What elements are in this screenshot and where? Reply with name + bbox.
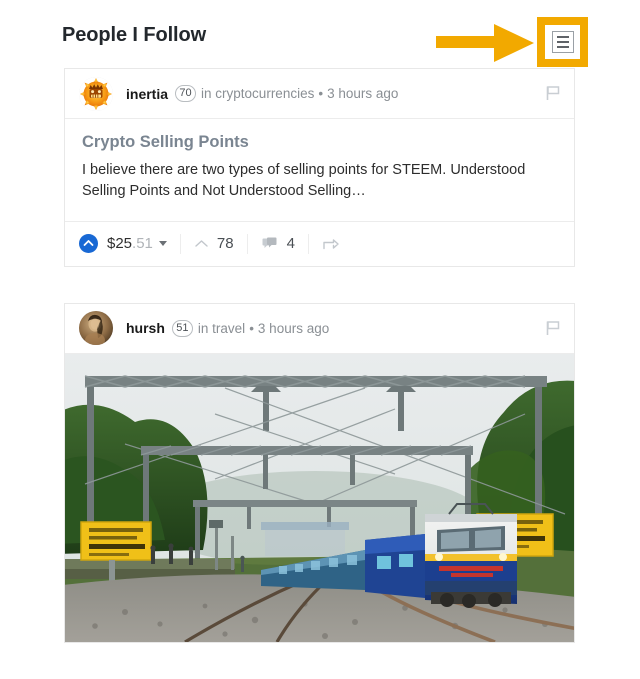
upvote-button[interactable] — [79, 234, 98, 254]
page-root: People I Follow inertia 70 in cryptocurr… — [0, 0, 640, 679]
share-icon — [323, 237, 339, 250]
post-in-label: in — [197, 320, 209, 336]
payout-whole: $25 — [107, 235, 133, 253]
comment-icon — [262, 237, 278, 251]
reputation-badge: 51 — [171, 319, 193, 337]
comments-group[interactable]: 4 — [246, 233, 308, 254]
chevron-up-icon — [195, 239, 208, 248]
post-in-label: in — [201, 86, 212, 101]
post-author[interactable]: hursh — [126, 320, 165, 336]
avatar[interactable] — [79, 76, 113, 111]
chevron-down-icon[interactable] — [158, 241, 167, 247]
post-title[interactable]: Crypto Selling Points — [82, 133, 557, 153]
flag-icon[interactable] — [546, 320, 560, 336]
payout-group: $25.51 — [79, 222, 180, 266]
flag-icon[interactable] — [546, 85, 560, 101]
payout-cents: .51 — [132, 235, 153, 253]
post-author[interactable]: inertia — [126, 86, 168, 102]
votes-group[interactable]: 78 — [179, 233, 247, 254]
votes-count: 78 — [216, 235, 234, 253]
list-view-icon — [551, 31, 574, 53]
post-footer: $25.51 78 4 — [65, 220, 574, 266]
post-header: hursh 51 in travel • 3 hours ago — [65, 304, 574, 354]
post-header: inertia 70 in cryptocurrencies • 3 hours… — [65, 69, 574, 119]
page-title: People I Follow — [62, 24, 207, 46]
post-summary: I believe there are two types of selling… — [82, 161, 526, 200]
post-byline: inertia 70 in cryptocurrencies • 3 hours… — [126, 85, 398, 102]
post-category[interactable]: cryptocurrencies — [215, 86, 314, 101]
post-category[interactable]: travel — [212, 321, 245, 336]
post-image[interactable] — [65, 353, 574, 642]
post-timestamp: 3 hours ago — [257, 320, 330, 336]
post-card: hursh 51 in travel • 3 hours ago — [64, 302, 575, 643]
share-group[interactable] — [307, 233, 352, 254]
list-view-toggle-button[interactable] — [545, 25, 580, 59]
byline-separator: • — [318, 86, 324, 101]
menu-button-highlight — [537, 17, 588, 67]
payout-value[interactable]: $25.51 — [107, 235, 167, 252]
post-timestamp: 3 hours ago — [327, 86, 399, 101]
reputation-badge: 70 — [175, 85, 197, 102]
post-feed: inertia 70 in cryptocurrencies • 3 hours… — [0, 68, 640, 643]
post-card: inertia 70 in cryptocurrencies • 3 hours… — [64, 68, 575, 267]
annotation-arrow-icon — [436, 22, 536, 64]
page-header: People I Follow — [0, 0, 640, 68]
comments-count: 4 — [286, 235, 295, 253]
avatar[interactable] — [79, 311, 113, 346]
post-byline: hursh 51 in travel • 3 hours ago — [126, 319, 330, 337]
post-body: Crypto Selling Points I believe there ar… — [65, 119, 574, 221]
byline-separator: • — [249, 320, 254, 336]
